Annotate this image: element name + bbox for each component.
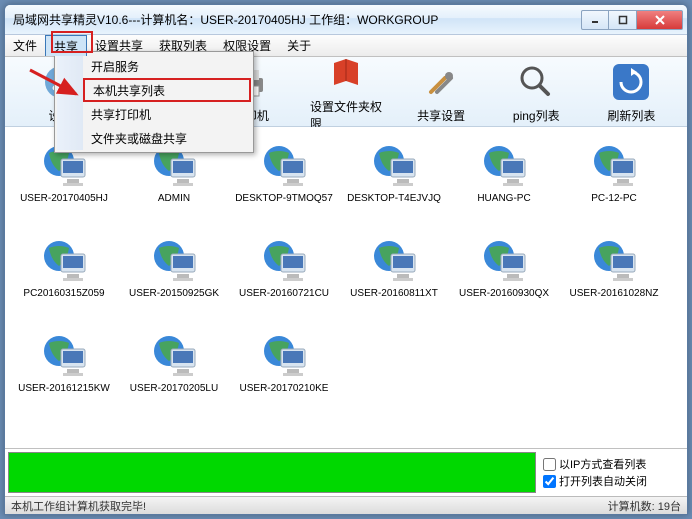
status-left: 本机工作组计算机获取完毕! [11, 498, 608, 514]
footer: 以IP方式查看列表 打开列表自动关闭 [5, 448, 687, 496]
computer-item[interactable]: USER-20170205LU [119, 325, 229, 420]
computer-icon [259, 141, 309, 189]
computer-item[interactable]: USER-20160811XT [339, 230, 449, 325]
computer-list[interactable]: USER-20170405HJ ADMIN DESKTOP-9TMOQ57 DE… [5, 127, 687, 448]
toolbar-btn-6[interactable]: 刷新列表 [595, 60, 667, 124]
computer-item[interactable]: USER-20160721CU [229, 230, 339, 325]
toolbar-btn-5[interactable]: ping列表 [500, 60, 572, 124]
dropdown-item-folderdiskshare[interactable]: 文件夹或磁盘共享 [57, 126, 251, 150]
computer-item[interactable]: PC20160315Z059 [9, 230, 119, 325]
refresh-icon [609, 60, 653, 104]
computer-icon [479, 141, 529, 189]
computer-item[interactable]: USER-20161215KW [9, 325, 119, 420]
dropdown-item-startservice[interactable]: 开启服务 [57, 54, 251, 78]
computer-icon [259, 236, 309, 284]
computer-icon [149, 331, 199, 379]
checkbox-ip-view[interactable]: 以IP方式查看列表 [543, 456, 687, 472]
toolbar-btn-3[interactable]: 设置文件夹权限 [310, 51, 382, 132]
book-icon [324, 51, 368, 95]
computer-label: HUANG-PC [477, 193, 530, 204]
computer-label: USER-20160930QX [459, 288, 549, 299]
statusbar: 本机工作组计算机获取完毕! 计算机数: 19台 [5, 496, 687, 514]
computer-icon [39, 331, 89, 379]
menu-file[interactable]: 文件 [5, 35, 45, 56]
computer-icon [589, 141, 639, 189]
computer-label: ADMIN [158, 193, 190, 204]
computer-icon [589, 236, 639, 284]
computer-item[interactable]: HUANG-PC [449, 135, 559, 230]
computer-label: DESKTOP-9TMOQ57 [235, 193, 333, 204]
computer-item[interactable]: PC-12-PC [559, 135, 669, 230]
computer-label: USER-20170210KE [240, 383, 329, 394]
share-dropdown: 开启服务 本机共享列表 共享打印机 文件夹或磁盘共享 [54, 51, 254, 153]
toolbar-btn-4[interactable]: 共享设置 [405, 60, 477, 124]
close-icon [654, 14, 666, 26]
maximize-icon [618, 15, 628, 25]
computer-label: USER-20161215KW [18, 383, 110, 394]
computer-icon [369, 141, 419, 189]
close-button[interactable] [637, 10, 683, 30]
computer-item[interactable]: USER-20161028NZ [559, 230, 669, 325]
window-buttons [581, 10, 683, 30]
computer-icon [149, 236, 199, 284]
computer-icon [479, 236, 529, 284]
status-right: 计算机数: 19台 [608, 498, 681, 514]
minimize-icon [590, 15, 600, 25]
computer-item[interactable]: USER-20150925GK [119, 230, 229, 325]
computer-icon [259, 331, 309, 379]
tools-icon [419, 60, 463, 104]
computer-label: USER-20161028NZ [570, 288, 659, 299]
computer-item[interactable]: USER-20170210KE [229, 325, 339, 420]
maximize-button[interactable] [609, 10, 637, 30]
computer-label: USER-20160721CU [239, 288, 329, 299]
progress-bar [8, 452, 536, 493]
computer-label: USER-20160811XT [350, 288, 438, 299]
checkbox-auto-close[interactable]: 打开列表自动关闭 [543, 473, 687, 489]
computer-icon [369, 236, 419, 284]
computer-item[interactable]: USER-20160930QX [449, 230, 559, 325]
magnifier-icon [514, 60, 558, 104]
computer-icon [39, 236, 89, 284]
dropdown-item-localsharelist[interactable]: 本机共享列表 [57, 78, 251, 102]
computer-label: PC-12-PC [591, 193, 637, 204]
titlebar: 局域网共享精灵V10.6---计算机名：USER-20170405HJ 工作组：… [5, 5, 687, 35]
computer-label: DESKTOP-T4EJVJQ [347, 193, 441, 204]
window-title: 局域网共享精灵V10.6---计算机名：USER-20170405HJ 工作组：… [13, 11, 581, 28]
app-window: 局域网共享精灵V10.6---计算机名：USER-20170405HJ 工作组：… [4, 4, 688, 515]
computer-label: USER-20170205LU [130, 383, 218, 394]
dropdown-item-shareprinter[interactable]: 共享打印机 [57, 102, 251, 126]
computer-label: USER-20150925GK [129, 288, 219, 299]
computer-item[interactable]: DESKTOP-T4EJVJQ [339, 135, 449, 230]
computer-label: USER-20170405HJ [20, 193, 108, 204]
computer-label: PC20160315Z059 [23, 288, 104, 299]
minimize-button[interactable] [581, 10, 609, 30]
menu-share[interactable]: 共享 [45, 35, 87, 56]
